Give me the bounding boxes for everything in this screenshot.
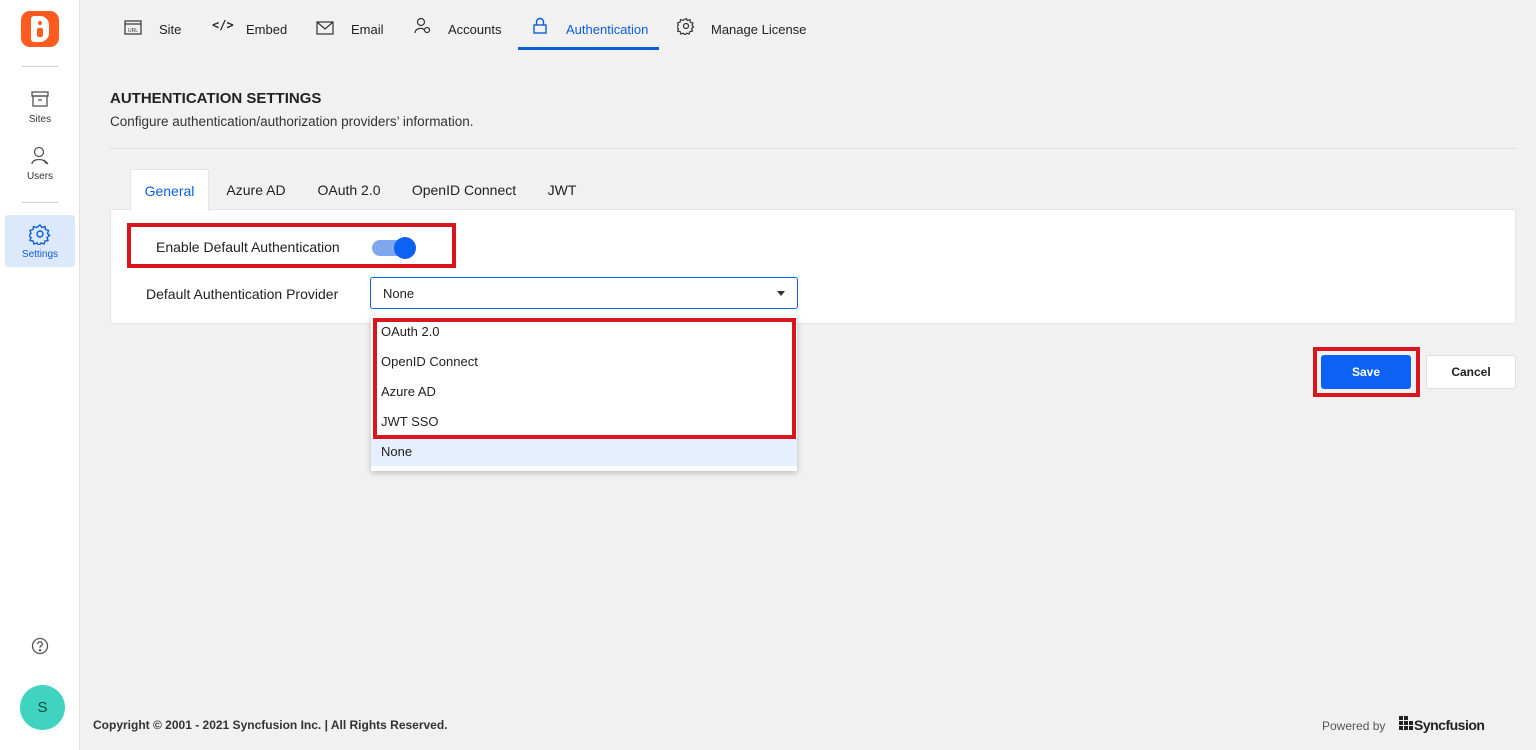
tab-label: Manage License <box>711 22 806 37</box>
brand-name: Syncfusion <box>1414 717 1484 733</box>
tab-embed[interactable]: </> Embed <box>212 0 292 50</box>
tab-label: Authentication <box>566 22 648 37</box>
sidebar-divider <box>22 66 58 67</box>
users-icon <box>29 145 51 167</box>
tab-manage-license[interactable]: Manage License <box>677 0 807 50</box>
code-icon: </> <box>212 18 230 36</box>
tab-accounts[interactable]: Accounts <box>414 0 504 50</box>
tab-jwt[interactable]: JWT <box>538 169 586 210</box>
tab-email[interactable]: Email <box>316 0 386 50</box>
tab-azure-ad[interactable]: Azure AD <box>218 169 294 210</box>
tab-label: Embed <box>246 22 287 37</box>
tab-label: Accounts <box>448 22 501 37</box>
sidebar-item-label: Users <box>5 171 75 182</box>
mail-icon <box>316 19 334 37</box>
avatar[interactable]: S <box>20 685 65 730</box>
tab-openid-connect[interactable]: OpenID Connect <box>404 169 524 210</box>
sites-icon <box>29 88 51 110</box>
tab-label: Site <box>159 22 181 37</box>
svg-text:URL: URL <box>128 28 138 34</box>
footer-copyright: Copyright © 2001 - 2021 Syncfusion Inc. … <box>93 718 448 732</box>
app-logo[interactable] <box>21 11 59 47</box>
settings-icon <box>29 223 51 245</box>
gear-icon <box>677 17 695 35</box>
page-title: AUTHENTICATION SETTINGS <box>110 90 321 107</box>
default-provider-label: Default Authentication Provider <box>146 286 338 302</box>
sidebar-divider <box>22 202 58 203</box>
toggle-knob <box>394 237 416 259</box>
footer-powered-by: Powered by <box>1322 719 1385 733</box>
sidebar-item-users[interactable]: Users <box>5 137 75 189</box>
url-window-icon: URL <box>124 19 142 37</box>
highlight-box <box>373 318 796 439</box>
tab-general[interactable]: General <box>130 169 209 211</box>
tab-label: Email <box>351 22 384 37</box>
user-gear-icon <box>414 17 432 35</box>
lock-icon <box>531 17 549 35</box>
option-none[interactable]: None <box>371 438 797 466</box>
sidebar-item-sites[interactable]: Sites <box>5 80 75 132</box>
page-subtitle: Configure authentication/authorization p… <box>110 114 473 129</box>
sidebar: Sites Users Settings S <box>0 0 80 750</box>
divider <box>110 148 1516 149</box>
cancel-button[interactable]: Cancel <box>1426 355 1516 389</box>
tab-oauth[interactable]: OAuth 2.0 <box>308 169 390 210</box>
enable-default-auth-label: Enable Default Authentication <box>156 239 340 255</box>
chevron-down-icon <box>777 291 785 296</box>
help-icon[interactable] <box>31 637 49 655</box>
tab-authentication[interactable]: Authentication <box>518 0 659 50</box>
sidebar-item-settings[interactable]: Settings <box>5 215 75 267</box>
select-value: None <box>383 286 414 301</box>
sidebar-item-label: Sites <box>5 114 75 125</box>
sidebar-item-label: Settings <box>5 249 75 260</box>
tab-site[interactable]: URL Site <box>124 0 184 50</box>
enable-default-auth-toggle[interactable] <box>372 237 416 259</box>
syncfusion-logo-icon <box>1399 716 1413 730</box>
default-provider-select[interactable]: None <box>370 277 798 309</box>
save-button[interactable]: Save <box>1321 355 1411 389</box>
